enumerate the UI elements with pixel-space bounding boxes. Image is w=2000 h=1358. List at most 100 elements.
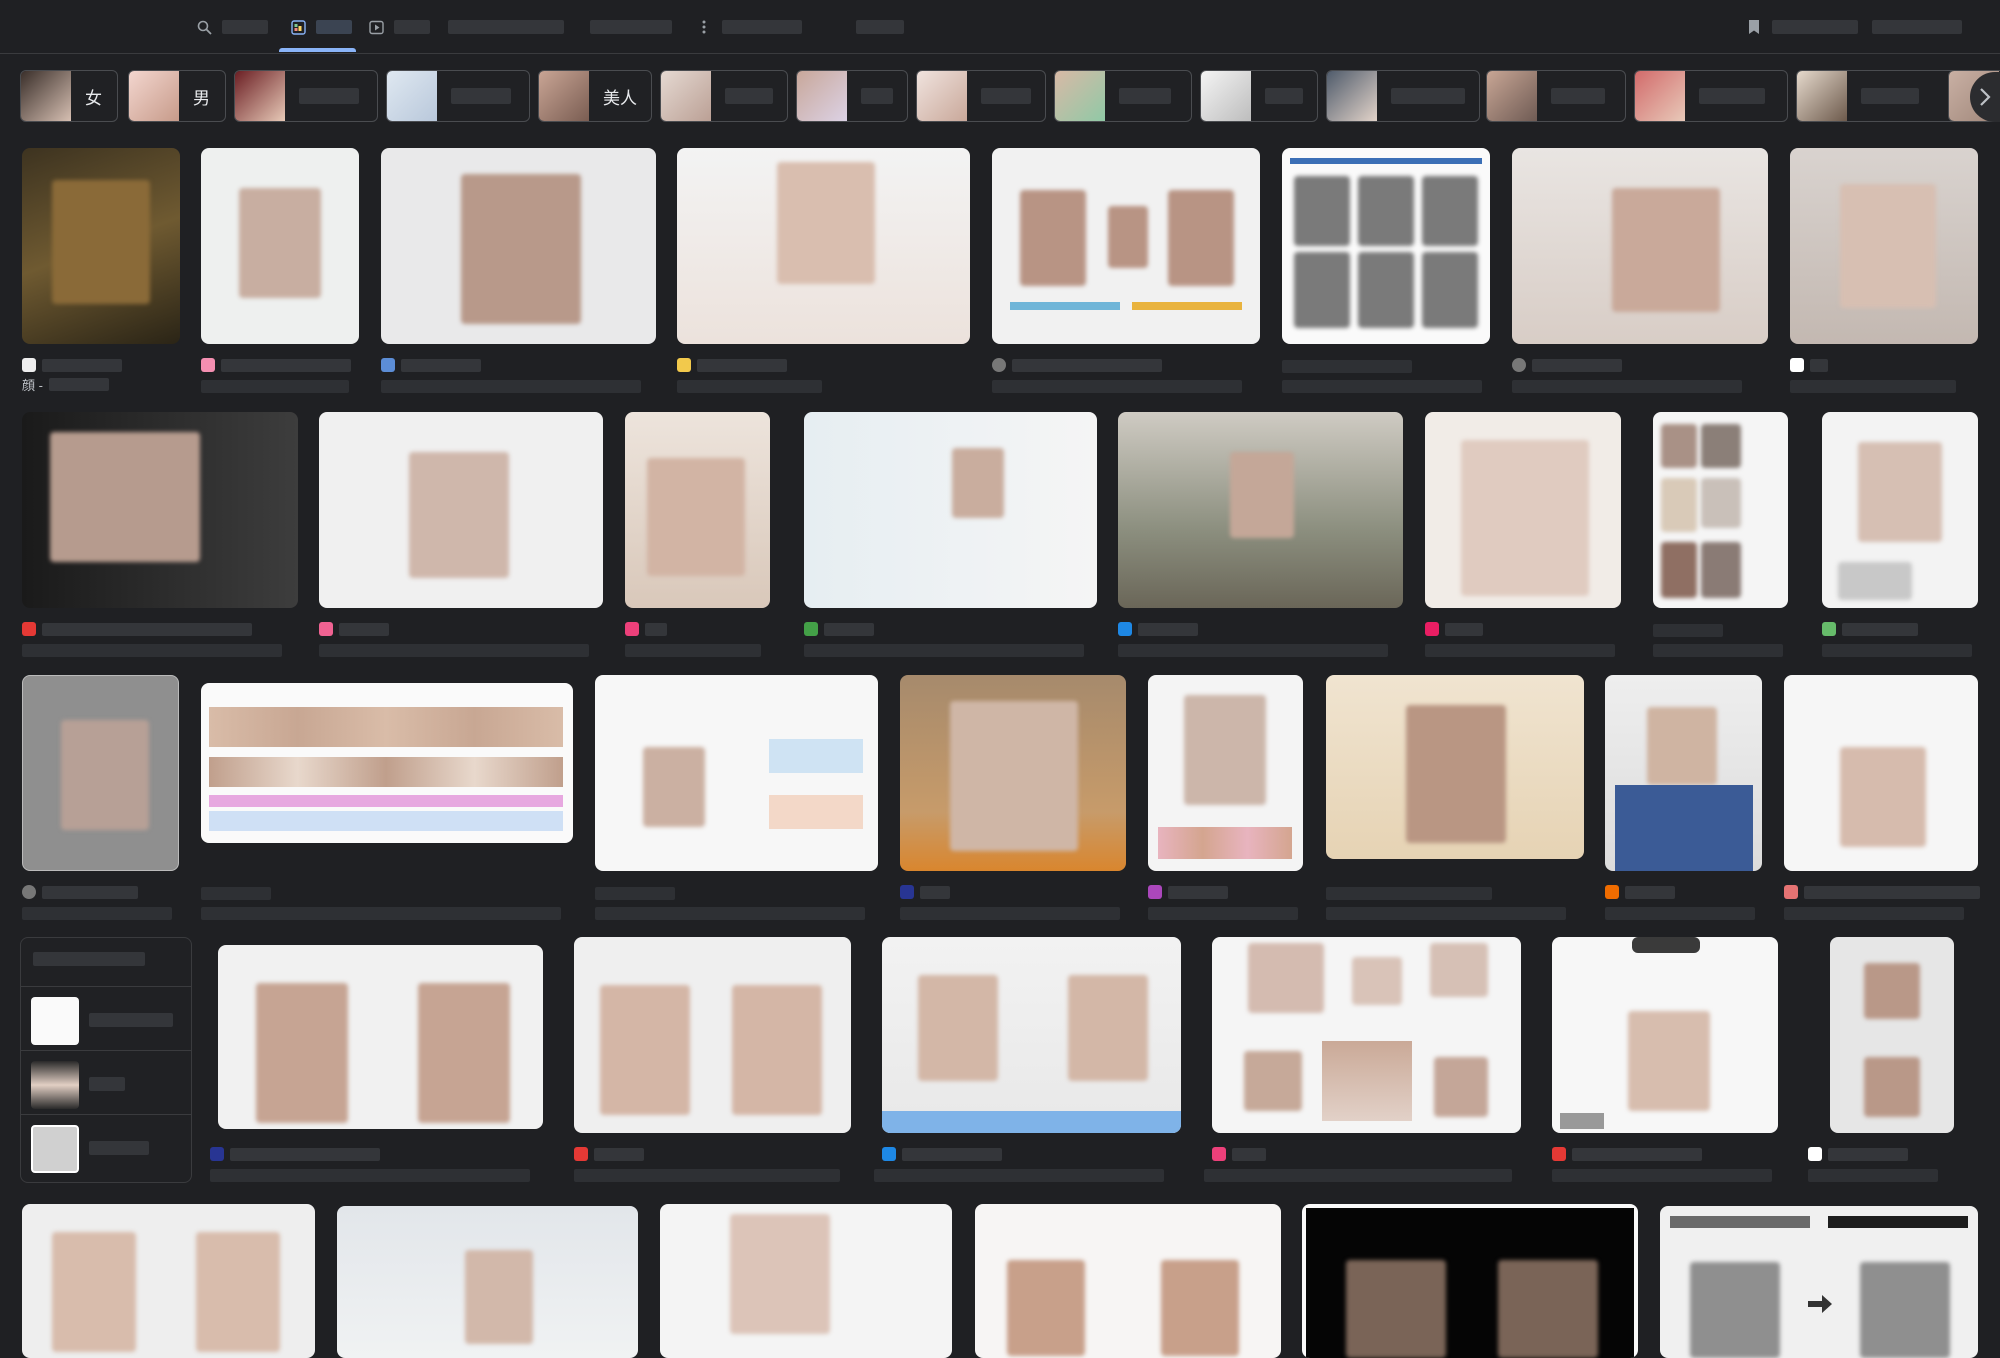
result-title — [201, 380, 349, 393]
safesearch-button[interactable] — [1872, 14, 1962, 40]
chip-0[interactable]: 女 — [20, 70, 118, 122]
image-result[interactable] — [1425, 412, 1621, 662]
result-source — [1653, 624, 1723, 637]
image-result[interactable] — [1326, 675, 1584, 925]
image-result[interactable] — [595, 675, 878, 925]
result-title — [22, 907, 172, 920]
chip-8[interactable] — [1054, 70, 1192, 122]
result-source — [1425, 622, 1483, 636]
image-result[interactable] — [1822, 412, 1978, 662]
site-favicon — [677, 358, 691, 372]
result-source — [1148, 885, 1228, 899]
image-result[interactable] — [1302, 1204, 1638, 1358]
chip-9[interactable] — [1200, 70, 1318, 122]
image-result[interactable] — [1118, 412, 1403, 662]
image-result[interactable] — [381, 148, 656, 398]
image-result[interactable] — [677, 148, 970, 398]
result-thumbnail — [319, 412, 603, 608]
chip-label — [451, 88, 511, 104]
image-result[interactable] — [210, 945, 543, 1195]
image-result[interactable] — [625, 412, 770, 662]
image-result[interactable] — [22, 1204, 315, 1358]
site-favicon — [574, 1147, 588, 1161]
chip-4[interactable]: 美人 — [538, 70, 652, 122]
image-result[interactable] — [337, 1206, 638, 1358]
related-search-item[interactable] — [21, 986, 191, 1050]
chip-2[interactable] — [234, 70, 378, 122]
result-title — [804, 644, 1084, 657]
tab-news[interactable] — [448, 14, 564, 40]
image-result[interactable] — [1512, 148, 1768, 398]
result-thumbnail — [1660, 1206, 1978, 1358]
image-result[interactable] — [1282, 148, 1490, 398]
chip-10[interactable] — [1326, 70, 1480, 122]
result-thumbnail — [201, 683, 573, 843]
chip-5[interactable] — [660, 70, 788, 122]
image-result[interactable] — [201, 148, 359, 398]
image-result[interactable] — [1784, 675, 1980, 925]
chip-thumbnail — [1635, 71, 1685, 121]
blurred-face — [465, 1250, 533, 1344]
image-result[interactable] — [22, 675, 179, 925]
result-title — [1148, 907, 1298, 920]
image-result[interactable] — [1653, 412, 1788, 662]
image-result[interactable] — [1552, 937, 1778, 1187]
blurred-face — [61, 720, 149, 830]
blurred-face — [461, 174, 581, 324]
result-thumbnail — [218, 945, 543, 1129]
blurred-face — [1230, 452, 1294, 538]
result-title — [381, 380, 641, 393]
blurred-face — [1840, 184, 1936, 308]
result-source — [882, 1147, 1002, 1161]
related-search-item[interactable] — [21, 1050, 191, 1114]
tab-shopping[interactable] — [590, 14, 672, 40]
chip-13[interactable] — [1796, 70, 1960, 122]
image-result[interactable] — [1660, 1206, 1978, 1358]
image-result[interactable] — [992, 148, 1260, 398]
image-result[interactable] — [1605, 675, 1762, 925]
chip-12[interactable] — [1634, 70, 1788, 122]
image-result[interactable] — [804, 412, 1097, 662]
chip-label — [861, 88, 893, 104]
tab-more[interactable] — [696, 14, 802, 40]
image-result[interactable] — [660, 1204, 952, 1358]
blurred-face — [600, 985, 690, 1115]
image-result[interactable] — [1204, 937, 1521, 1187]
tab-tools[interactable] — [856, 14, 904, 40]
chip-11[interactable] — [1486, 70, 1626, 122]
result-thumbnail — [381, 148, 656, 344]
chip-6[interactable] — [796, 70, 908, 122]
saved-button[interactable] — [1746, 14, 1858, 40]
image-result[interactable] — [975, 1204, 1281, 1358]
image-result[interactable] — [874, 937, 1181, 1187]
result-title — [625, 644, 761, 657]
chip-7[interactable] — [916, 70, 1046, 122]
image-result[interactable]: 顔 - — [22, 148, 180, 398]
related-label — [89, 1013, 173, 1027]
image-result[interactable] — [900, 675, 1126, 925]
result-thumbnail — [1282, 148, 1490, 344]
result-source — [1808, 1147, 1908, 1161]
image-result[interactable] — [1808, 937, 1954, 1187]
image-result[interactable] — [574, 937, 851, 1187]
tab-videos[interactable] — [368, 14, 430, 40]
image-result[interactable] — [22, 412, 298, 662]
image-result[interactable] — [1148, 675, 1303, 925]
result-source — [900, 885, 950, 899]
tab-all[interactable] — [196, 14, 268, 40]
site-favicon — [625, 622, 639, 636]
chip-thumbnail — [797, 71, 847, 121]
related-search-item[interactable] — [21, 1114, 191, 1178]
site-favicon — [22, 358, 36, 372]
chip-1[interactable]: 男 — [128, 70, 226, 122]
tab-images[interactable] — [290, 14, 352, 40]
image-result[interactable] — [319, 412, 603, 662]
result-thumbnail — [1552, 937, 1778, 1133]
blurred-face — [1661, 424, 1697, 468]
image-result[interactable] — [1790, 148, 1978, 398]
chip-3[interactable] — [386, 70, 530, 122]
image-result[interactable] — [201, 675, 573, 925]
result-thumbnail — [882, 937, 1181, 1133]
chip-label — [1391, 88, 1465, 104]
related-searches-title — [33, 952, 145, 966]
